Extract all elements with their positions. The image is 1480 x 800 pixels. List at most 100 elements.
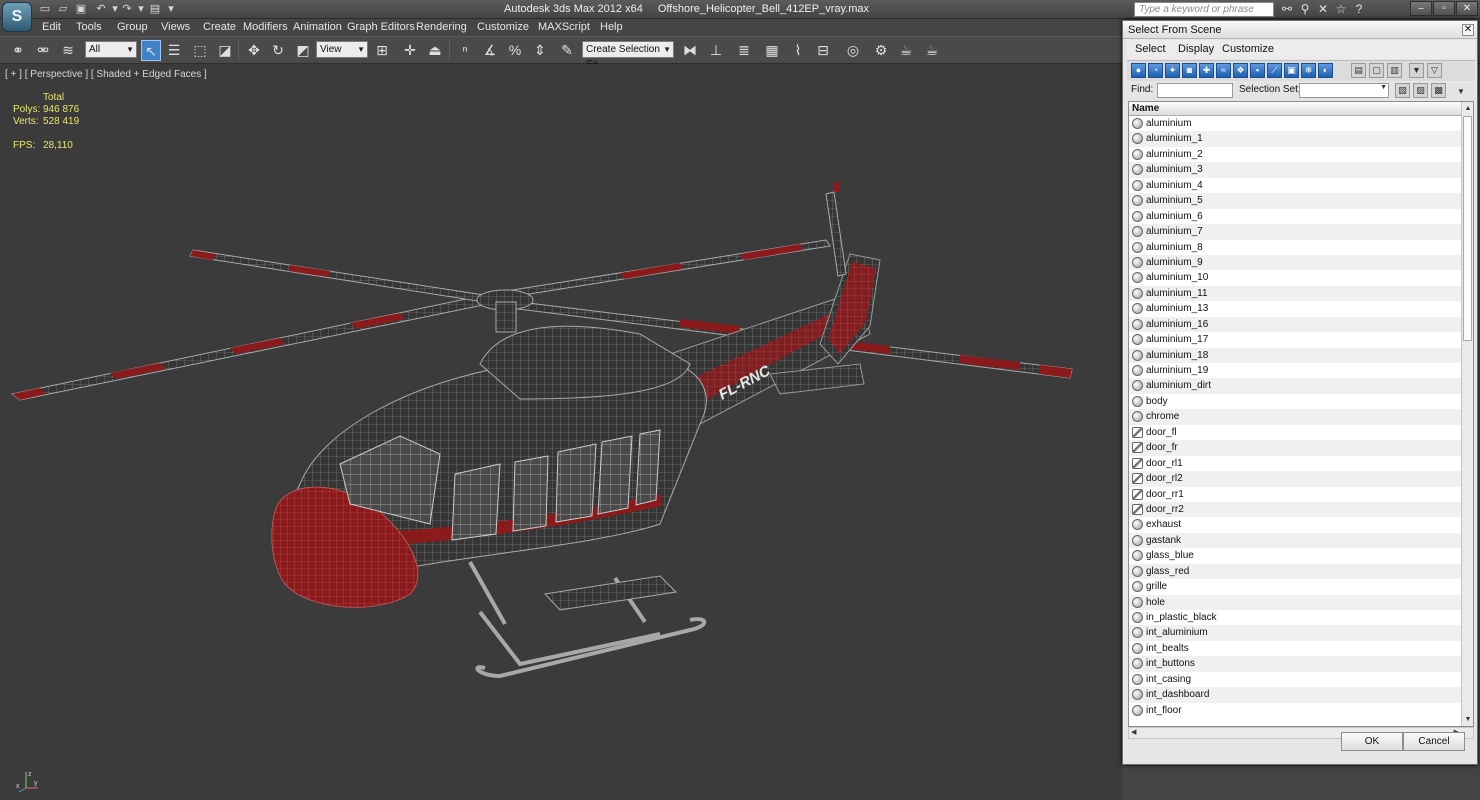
- menu-create[interactable]: Create: [203, 21, 236, 33]
- display-frozen-icon[interactable]: ❄: [1301, 63, 1316, 78]
- list-item[interactable]: grille: [1129, 579, 1462, 595]
- selection-set-dropdown[interactable]: ▼: [1299, 83, 1389, 98]
- list-item[interactable]: glass_blue: [1129, 548, 1462, 564]
- align-icon[interactable]: ⊥: [706, 40, 726, 61]
- scene-object-list[interactable]: Name aluminium aluminium_1 aluminium_2alum…: [1128, 101, 1474, 727]
- display-geometry-icon[interactable]: ●: [1131, 63, 1146, 78]
- select-all-icon[interactable]: ▤: [1351, 63, 1366, 78]
- select-and-link-icon[interactable]: ⚭: [8, 40, 28, 61]
- list-item[interactable]: in_plastic_black: [1129, 610, 1462, 626]
- list-item[interactable]: aluminium_1: [1129, 131, 1462, 147]
- quick-access-dropdown-icon[interactable]: ▾: [164, 3, 178, 16]
- mirror-icon[interactable]: ⧓: [680, 40, 700, 61]
- list-item[interactable]: door_rr2: [1129, 501, 1462, 518]
- column-header-name[interactable]: Name: [1129, 102, 1462, 116]
- snaps-toggle-icon[interactable]: ⁿ: [455, 40, 475, 61]
- display-shapes-icon[interactable]: ◔: [1148, 63, 1163, 78]
- list-item[interactable]: aluminium_7: [1129, 224, 1462, 240]
- list-item[interactable]: gastank: [1129, 532, 1462, 549]
- list-item[interactable]: int_aluminium: [1129, 625, 1462, 641]
- scrollbar-thumb[interactable]: [1463, 116, 1472, 341]
- list-item[interactable]: aluminium_6: [1129, 208, 1462, 225]
- curve-editor-icon[interactable]: ⌇: [788, 40, 808, 61]
- create-selection-set-icon[interactable]: ▧: [1395, 83, 1410, 98]
- search-icon[interactable]: ⚲: [1297, 2, 1313, 17]
- reference-coordinate-dropdown[interactable]: View ▼: [316, 41, 368, 58]
- dialog-title-bar[interactable]: Select From Scene ✕: [1123, 21, 1477, 39]
- ok-button[interactable]: OK: [1341, 732, 1403, 751]
- select-and-scale-icon[interactable]: ◩: [293, 40, 313, 61]
- named-selection-set-dropdown[interactable]: Create Selection Se ▼: [582, 41, 674, 70]
- favorites-star-icon[interactable]: ☆: [1333, 2, 1349, 17]
- list-item[interactable]: aluminium_2: [1129, 146, 1462, 163]
- find-input[interactable]: [1157, 83, 1233, 98]
- dialog-menu-display[interactable]: Display: [1178, 43, 1214, 55]
- menu-help[interactable]: Help: [600, 21, 623, 33]
- select-object-icon[interactable]: ↖: [141, 40, 161, 61]
- menu-modifiers[interactable]: Modifiers: [243, 21, 288, 33]
- binoculars-icon[interactable]: ⚯: [1279, 2, 1295, 17]
- select-and-move-icon[interactable]: ✥: [244, 40, 264, 61]
- dialog-menu-select[interactable]: Select: [1135, 43, 1166, 55]
- pivot-center-icon[interactable]: ⊞: [372, 40, 392, 61]
- menu-graph-editors[interactable]: Graph Editors: [347, 21, 415, 33]
- scroll-up-icon[interactable]: ▲: [1463, 103, 1473, 114]
- scroll-left-icon[interactable]: ◀: [1131, 728, 1136, 736]
- list-item[interactable]: aluminium_13: [1129, 301, 1462, 317]
- display-cameras-icon[interactable]: ◙: [1182, 63, 1197, 78]
- list-item[interactable]: door_fl: [1129, 424, 1462, 441]
- list-item[interactable]: hole: [1129, 594, 1462, 610]
- list-item[interactable]: aluminium: [1129, 116, 1462, 132]
- dialog-close-button[interactable]: ✕: [1462, 24, 1474, 36]
- dialog-menu-customize[interactable]: Customize: [1222, 43, 1274, 55]
- list-item[interactable]: aluminium_17: [1129, 332, 1462, 348]
- list-item[interactable]: chrome: [1129, 409, 1462, 425]
- display-hidden-icon[interactable]: ◐: [1318, 63, 1333, 78]
- minimize-button[interactable]: –: [1410, 1, 1432, 16]
- perspective-viewport[interactable]: FL-RNC [+] [Perspective] [Shaded + …: [0, 64, 1122, 800]
- rectangular-selection-icon[interactable]: ⬚: [190, 40, 210, 61]
- keyboard-shortcut-override-icon[interactable]: ⏏: [425, 40, 445, 61]
- angle-snap-icon[interactable]: ∡: [480, 40, 500, 61]
- chevron-down-icon[interactable]: ▼: [1457, 87, 1465, 96]
- list-item[interactable]: aluminium_5: [1129, 193, 1462, 209]
- list-item[interactable]: int_casing: [1129, 671, 1462, 688]
- undo-icon[interactable]: ↶: [94, 3, 108, 16]
- list-item[interactable]: exhaust: [1129, 517, 1462, 533]
- display-xrefs-icon[interactable]: ▪: [1250, 63, 1265, 78]
- rendered-frame-window-icon[interactable]: ☕: [896, 40, 916, 61]
- list-item[interactable]: aluminium_18: [1129, 347, 1462, 363]
- select-none-icon[interactable]: ▢: [1369, 63, 1384, 78]
- list-item[interactable]: int_dashboard: [1129, 687, 1462, 703]
- render-setup-icon[interactable]: ⚙: [871, 40, 891, 61]
- app-logo-button[interactable]: S: [2, 2, 32, 32]
- menu-customize[interactable]: Customize: [477, 21, 529, 33]
- unlink-selection-icon[interactable]: ⚮: [33, 40, 53, 61]
- add-to-selection-set-icon[interactable]: ▨: [1413, 83, 1428, 98]
- vertical-scrollbar[interactable]: ▲ ▼: [1461, 102, 1473, 726]
- display-space-warps-icon[interactable]: ≈: [1216, 63, 1231, 78]
- menu-tools[interactable]: Tools: [76, 21, 102, 33]
- filter-options-icon[interactable]: ▽: [1427, 63, 1442, 78]
- list-item[interactable]: aluminium_10: [1129, 270, 1462, 286]
- display-containers-icon[interactable]: ▣: [1284, 63, 1299, 78]
- communication-center-icon[interactable]: ✕: [1315, 2, 1331, 17]
- list-item[interactable]: aluminium_11: [1129, 285, 1462, 302]
- list-item[interactable]: body: [1129, 393, 1462, 410]
- redo-dropdown-icon[interactable]: ▾: [134, 3, 148, 16]
- list-item[interactable]: door_rl1: [1129, 455, 1462, 472]
- display-helpers-icon[interactable]: ✚: [1199, 63, 1214, 78]
- list-item[interactable]: int_buttons: [1129, 656, 1462, 672]
- viewport-label[interactable]: [ + ] [ Perspective ] [ Shaded + Edged F…: [5, 69, 207, 80]
- scroll-down-icon[interactable]: ▼: [1463, 714, 1473, 725]
- display-groups-icon[interactable]: ❖: [1233, 63, 1248, 78]
- list-item[interactable]: aluminium_9: [1129, 254, 1462, 271]
- open-file-icon[interactable]: ▱: [56, 3, 70, 16]
- list-item[interactable]: aluminium_dirt: [1129, 378, 1462, 394]
- new-file-icon[interactable]: ▭: [38, 3, 52, 16]
- selection-filter-dropdown[interactable]: All ▼: [85, 41, 137, 58]
- select-and-rotate-icon[interactable]: ↻: [268, 40, 288, 61]
- menu-views[interactable]: Views: [161, 21, 190, 33]
- material-editor-icon[interactable]: ◎: [843, 40, 863, 61]
- filter-icon[interactable]: ▼: [1409, 63, 1424, 78]
